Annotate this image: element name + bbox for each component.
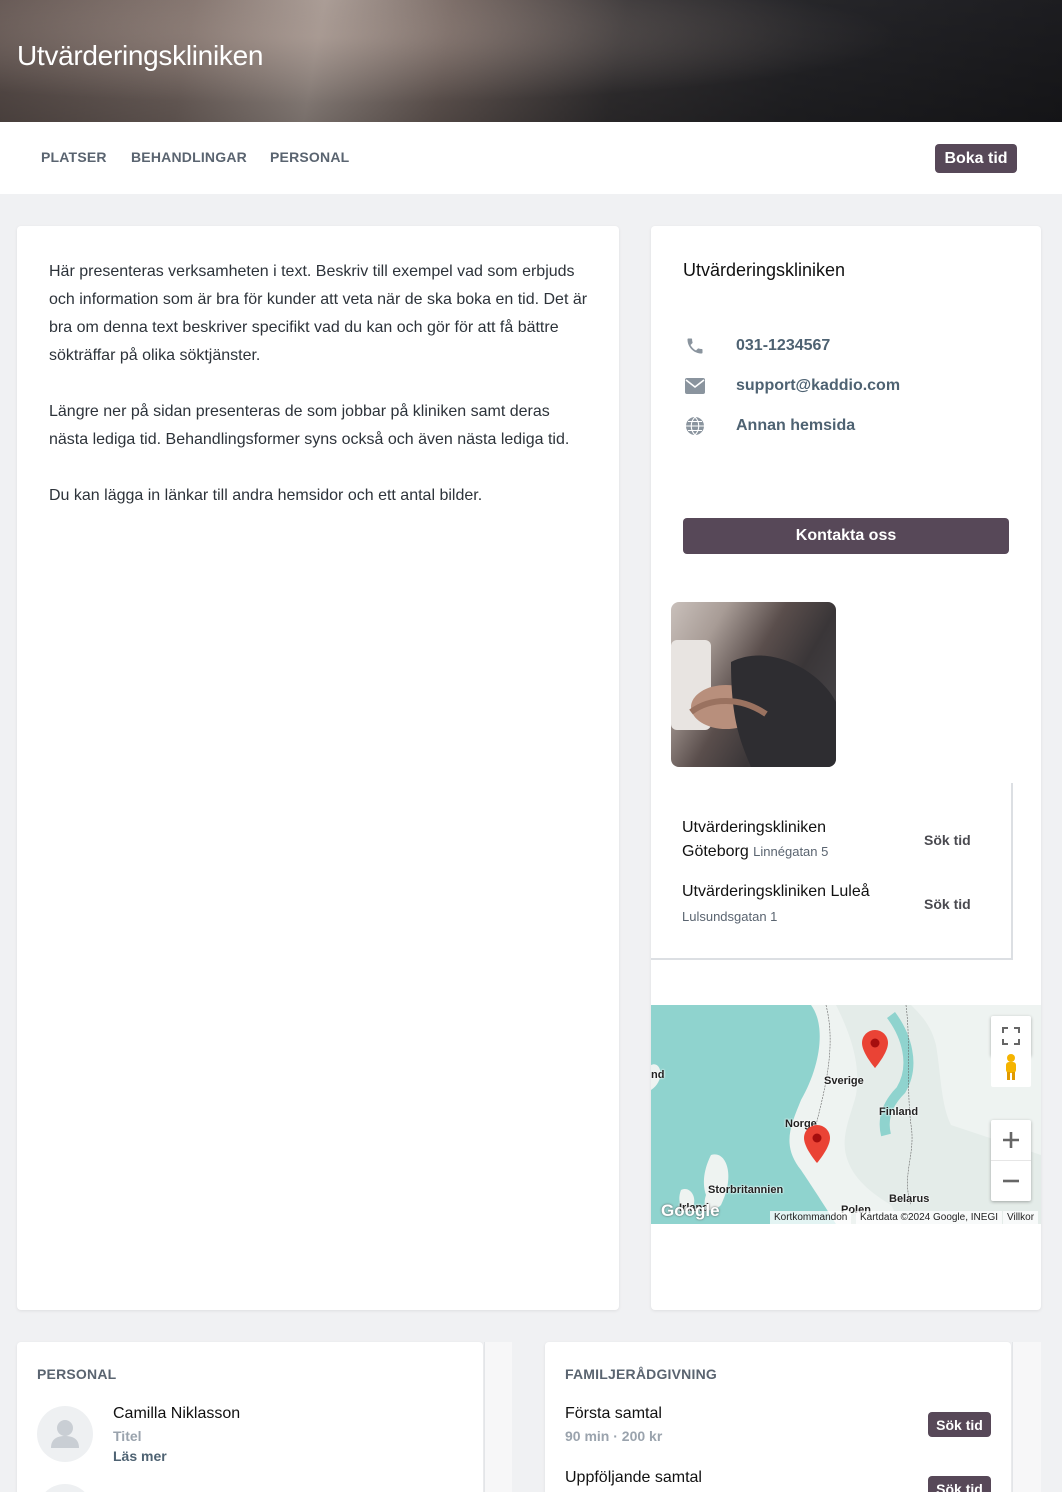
map-label-cut: nd xyxy=(651,1069,665,1081)
personal-card: PERSONAL Camilla Niklasson Titel Läs mer xyxy=(17,1342,483,1492)
google-logo: Google xyxy=(661,1201,720,1220)
nav-behandlingar[interactable]: BEHANDLINGAR xyxy=(131,149,247,165)
map-label-finland: Finland xyxy=(879,1106,919,1118)
person-title: Titel xyxy=(113,1428,142,1444)
street-view-icon[interactable] xyxy=(991,1047,1031,1087)
location-name: Utvärderingskliniken Göteborg Linnégatan… xyxy=(682,816,828,864)
person-name[interactable]: Camilla Niklasson xyxy=(113,1405,240,1423)
treatments-card: FAMILJERÅDGIVNING Första samtal 90 min ·… xyxy=(545,1342,1011,1492)
top-nav: PLATSER BEHANDLINGAR PERSONAL Boka tid xyxy=(0,122,1062,194)
contact-button[interactable]: Kontakta oss xyxy=(683,518,1009,554)
map[interactable]: Sverige Finland Norge Storbritannien Bel… xyxy=(651,1005,1041,1224)
avatar xyxy=(37,1406,93,1462)
phone-icon xyxy=(683,334,707,358)
map-label-sweden: Sverige xyxy=(824,1075,864,1087)
phone-row: 031-1234567 xyxy=(683,334,830,358)
location-address: Lulsundsgatan 1 xyxy=(682,909,778,924)
map-shortcuts-link[interactable]: Kortkommandon xyxy=(770,1211,852,1224)
treatment-name: Uppföljande samtal xyxy=(565,1469,702,1486)
location-city: Göteborg xyxy=(682,843,749,860)
locations-card: Utvärderingskliniken Göteborg Linnégatan… xyxy=(651,783,1013,960)
clinic-name: Utvärderingskliniken xyxy=(683,260,846,280)
search-time-button[interactable]: Sök tid xyxy=(928,1476,991,1492)
personal-heading: PERSONAL xyxy=(37,1366,117,1382)
description-card: Här presenteras verksamheten i text. Bes… xyxy=(17,226,619,1310)
treatments-heading: FAMILJERÅDGIVNING xyxy=(565,1366,717,1382)
email-row: support@kaddio.com xyxy=(683,374,900,398)
search-time-button[interactable]: Sök tid xyxy=(928,1412,991,1437)
website-row: Annan hemsida xyxy=(683,414,855,438)
page-title: Utvärderingskliniken xyxy=(17,40,264,71)
book-button[interactable]: Boka tid xyxy=(935,144,1017,173)
location-name-line: Utvärderingskliniken xyxy=(682,819,827,836)
zoom-in-icon[interactable] xyxy=(991,1121,1031,1161)
nav-personal[interactable]: PERSONAL xyxy=(270,149,349,165)
email-link[interactable]: support@kaddio.com xyxy=(736,377,900,395)
phone-link[interactable]: 031-1234567 xyxy=(736,337,830,355)
avatar xyxy=(37,1484,93,1492)
map-data-attribution: Kartdata ©2024 Google, INEGI xyxy=(856,1211,1003,1224)
description-paragraph: Längre ner på sidan presenteras de som j… xyxy=(49,403,570,448)
location-name-line: Utvärderingskliniken Luleå xyxy=(682,883,870,900)
map-label-uk: Storbritannien xyxy=(708,1184,784,1196)
hero-banner: Utvärderingskliniken xyxy=(0,0,1062,122)
nav-platser[interactable]: PLATSER xyxy=(41,149,107,165)
zoom-out-icon[interactable] xyxy=(991,1161,1031,1201)
description-paragraph: Här presenteras verksamheten i text. Bes… xyxy=(49,263,588,364)
description-paragraph: Du kan lägga in länkar till andra hemsid… xyxy=(49,487,483,504)
zoom-controls xyxy=(991,1120,1031,1201)
envelope-icon xyxy=(683,374,707,398)
map-terms-link[interactable]: Villkor xyxy=(1003,1211,1039,1224)
scroll-gutter xyxy=(484,1342,512,1492)
map-marker-icon[interactable] xyxy=(804,1125,830,1163)
clinic-photo[interactable] xyxy=(671,602,836,767)
location-address: Linnégatan 5 xyxy=(753,844,829,859)
treatment-meta: 90 min · 200 kr xyxy=(565,1428,663,1444)
globe-icon xyxy=(683,414,707,438)
website-link[interactable]: Annan hemsida xyxy=(736,417,855,435)
map-label-belarus: Belarus xyxy=(889,1193,930,1205)
scroll-gutter xyxy=(1012,1342,1041,1492)
location-search-link[interactable]: Sök tid xyxy=(924,896,971,912)
map-marker-icon[interactable] xyxy=(862,1030,888,1068)
location-name: Utvärderingskliniken Luleå xyxy=(682,880,870,904)
treatment-name: Första samtal xyxy=(565,1405,662,1422)
read-more-link[interactable]: Läs mer xyxy=(113,1448,167,1464)
location-search-link[interactable]: Sök tid xyxy=(924,832,971,848)
